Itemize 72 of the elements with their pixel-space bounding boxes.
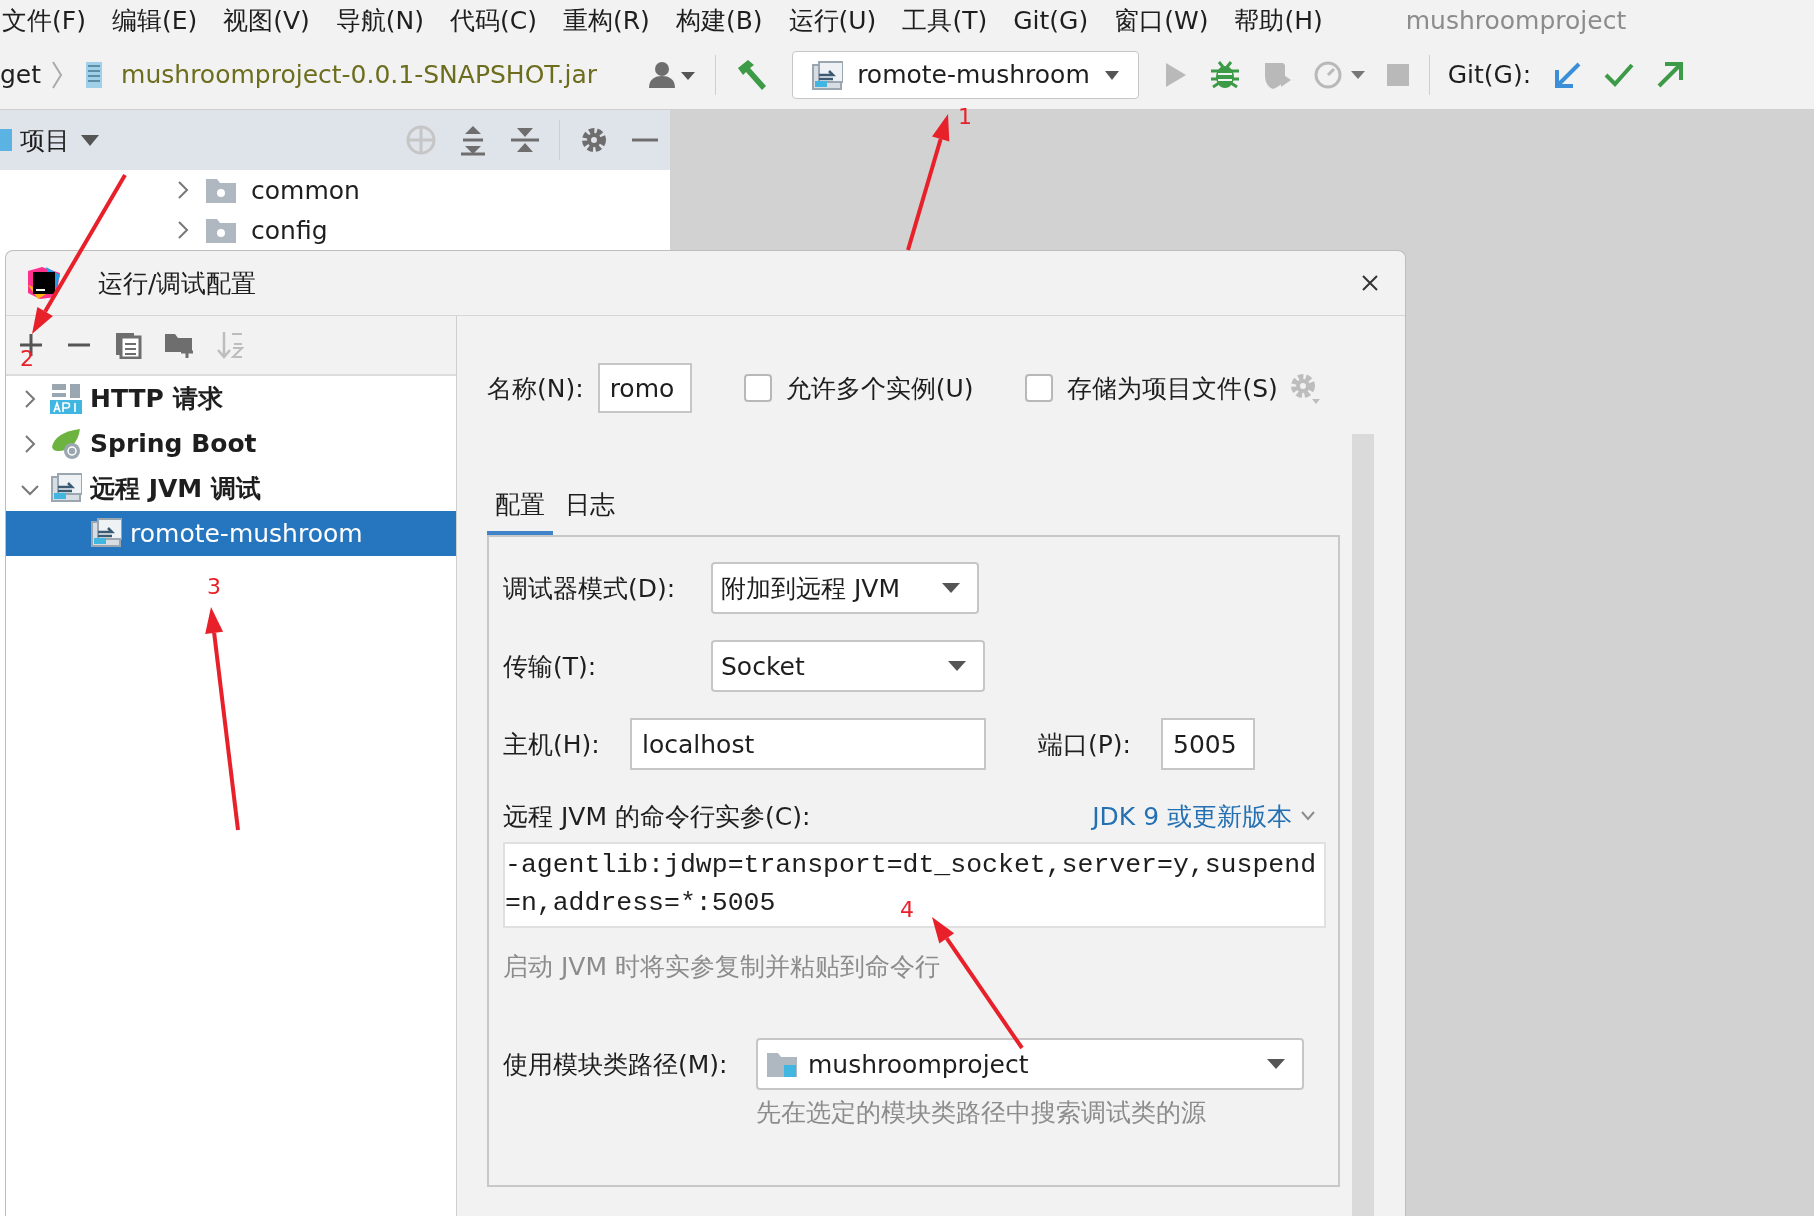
name-field[interactable]: romo (597, 363, 692, 413)
caret-icon[interactable] (80, 133, 100, 147)
field-label: 主机(H): (503, 728, 601, 761)
menu-item[interactable]: 构建(B) (662, 3, 776, 37)
field-label: 远程 JVM 的命令行实参(C): (503, 800, 811, 833)
checkbox[interactable] (1025, 374, 1054, 402)
caret-icon (941, 582, 961, 594)
menu-item[interactable]: 运行(U) (775, 3, 890, 37)
field-label: 名称(N): (487, 372, 584, 405)
chevron-icon (1300, 810, 1316, 822)
user-icon[interactable] (647, 59, 698, 90)
hint-text: 先在选定的模块类路径中搜索调试类的源 (756, 1097, 1207, 1129)
port-field[interactable]: 5005 (1161, 718, 1255, 770)
chevron-icon (51, 59, 64, 90)
menu-item[interactable]: Git(G) (1000, 5, 1102, 35)
annotation-number: 2 (20, 346, 34, 371)
close-icon[interactable] (1361, 274, 1379, 292)
project-title: mushroomproject (1405, 5, 1627, 35)
http-config-icon (50, 381, 82, 416)
caret-icon (947, 660, 967, 672)
scrollbar[interactable] (1352, 434, 1374, 1216)
menu-item[interactable]: 文件(F) (0, 3, 99, 37)
annotation-number: 3 (207, 574, 221, 599)
spring-config-icon (50, 426, 82, 461)
tree-item[interactable]: common (251, 175, 360, 205)
field-label: 传输(T): (503, 650, 598, 683)
breadcrumb-item[interactable]: mushroomproject-0.0.1-SNAPSHOT.jar (121, 60, 598, 89)
chevron-icon[interactable] (175, 179, 191, 201)
caret-icon (1103, 68, 1122, 81)
hint-text: 启动 JVM 时将实参复制并粘贴到命令行 (503, 950, 941, 983)
field-label: 使用模块类路径(M): (503, 1048, 729, 1081)
menu-item[interactable]: 编辑(E) (98, 3, 211, 37)
run-config-dropdown[interactable]: romote-mushroom (792, 50, 1139, 99)
host-field[interactable]: localhost (630, 718, 986, 770)
tab[interactable]: 配置 (487, 488, 553, 535)
copy-icon[interactable] (114, 331, 142, 359)
chevron-icon[interactable] (175, 219, 191, 241)
tab[interactable]: 日志 (557, 488, 623, 535)
folder-add-icon[interactable] (164, 331, 194, 359)
dropdown[interactable]: 附加到远程 JVM (711, 562, 979, 614)
app-logo-icon (26, 265, 62, 301)
annotation-number: 1 (958, 104, 972, 129)
menu-item[interactable]: 代码(C) (437, 3, 550, 37)
caret-icon (1266, 1058, 1286, 1070)
panel-title[interactable]: 项目 (20, 123, 70, 157)
panel-icon (0, 127, 12, 153)
git-label: Git(G): (1447, 60, 1532, 89)
menu-item[interactable]: 导航(N) (322, 3, 438, 37)
menu-item[interactable]: 工具(T) (889, 3, 1001, 37)
remote-debug-icon (811, 59, 844, 90)
menu-item[interactable]: 窗口(W) (1101, 3, 1222, 37)
field-label: 端口(P): (1038, 728, 1132, 761)
tree-item[interactable]: config (251, 215, 328, 245)
tree-item[interactable]: HTTP 请求 (6, 376, 456, 421)
tree-item[interactable]: Spring Boot (6, 421, 456, 466)
menu-item[interactable]: 重构(R) (550, 3, 663, 37)
dialog-title: 运行/调试配置 (98, 267, 257, 300)
checkbox-label: 存储为项目文件(S) (1067, 372, 1278, 405)
checkbox-label: 允许多个实例(U) (785, 372, 974, 405)
dropdown[interactable]: mushroomproject (756, 1038, 1304, 1090)
arrow-up-right-icon[interactable] (1655, 59, 1686, 90)
tree-item[interactable]: 远程 JVM 调试 (6, 466, 456, 511)
checkbox[interactable] (743, 374, 772, 402)
tree-item[interactable]: romote-mushroom (6, 511, 456, 556)
field-label: 调试器模式(D): (503, 572, 677, 605)
bug-icon[interactable] (1208, 58, 1241, 91)
version-link[interactable]: JDK 9 或更新版本 (1092, 799, 1316, 833)
menu-item[interactable]: 帮助(H) (1221, 3, 1336, 37)
breadcrumb-item[interactable]: get (0, 60, 42, 89)
annotation-number: 4 (900, 897, 914, 922)
dropdown[interactable]: Socket (711, 640, 985, 692)
menu-item[interactable]: 视图(V) (210, 3, 323, 37)
